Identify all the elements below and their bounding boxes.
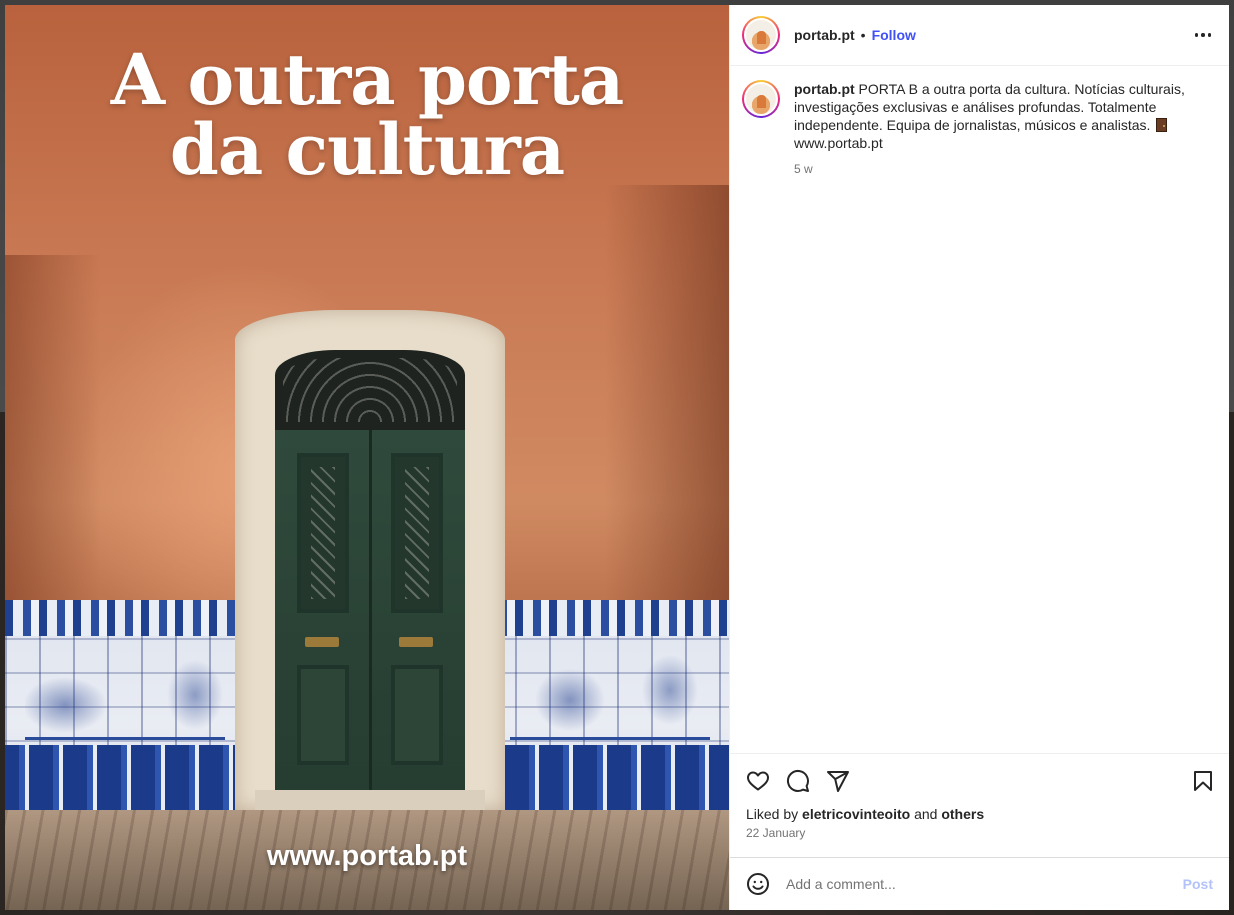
liked-by-and: and [914,806,938,822]
door-fanlight [275,350,465,430]
header-username[interactable]: portab.pt [794,27,855,43]
emoji-icon[interactable] [746,872,770,896]
post-side-panel: portab.pt • Follow portab.pt PORTA B a o… [729,5,1229,910]
wall-shadow-right [605,185,729,605]
post-header: portab.pt • Follow [730,5,1229,66]
post-actions: Liked by eletricovinteoito and others 22… [730,753,1229,857]
door-split [369,430,372,790]
post-modal: A outra porta da cultura www.portab.pt p… [5,5,1229,910]
door-lower-panel-right [391,665,443,765]
comment-icon[interactable] [786,769,810,793]
wall-shadow-left [5,255,100,605]
caption: portab.pt PORTA B a outra porta da cultu… [742,80,1215,178]
avatar[interactable] [742,16,780,54]
follow-button[interactable]: Follow [872,27,916,43]
post-date[interactable]: 22 January [746,826,1215,840]
image-headline: A outra porta da cultura [5,45,729,185]
heart-icon[interactable] [746,769,770,793]
door-panel-left [297,453,349,613]
more-options-icon[interactable] [1191,23,1215,47]
add-comment-bar: Post [730,857,1229,910]
share-icon[interactable] [826,769,850,793]
comment-input[interactable] [786,876,1183,892]
liked-by-prefix: Liked by [746,806,799,822]
door-step [255,790,485,810]
post-image[interactable]: A outra porta da cultura www.portab.pt [5,5,729,910]
mail-slot-right [399,637,433,647]
bookmark-icon[interactable] [1191,769,1215,793]
action-icons [746,768,1215,794]
more-dot [1207,33,1212,37]
door-icon [1156,118,1168,132]
headline-line-2: da cultura [169,108,565,191]
door-lower-panel-left [297,665,349,765]
image-url-text: www.portab.pt [266,840,468,872]
mail-slot-left [305,637,339,647]
comments-area[interactable]: portab.pt PORTA B a outra porta da cultu… [730,66,1229,753]
avatar-ring [744,18,778,52]
caption-time[interactable]: 5 w [794,160,1215,178]
avatar-image [746,20,776,50]
caption-body: portab.pt PORTA B a outra porta da cultu… [794,80,1215,178]
door-panel-right [391,453,443,613]
tile-scene-right [510,645,710,740]
likes-summary: Liked by eletricovinteoito and others [746,806,1215,822]
caption-avatar-image [746,84,776,114]
caption-link[interactable]: www.portab.pt [794,135,883,151]
tile-scene-left [25,645,225,740]
more-dot [1194,33,1199,37]
more-dot [1201,33,1205,37]
liked-by-others[interactable]: others [941,806,984,822]
post-comment-button[interactable]: Post [1183,876,1213,892]
caption-username[interactable]: portab.pt [794,81,855,97]
caption-avatar-ring [744,82,778,116]
headline-line-1: A outra porta [110,38,624,121]
caption-avatar[interactable] [742,80,780,118]
liked-by-user[interactable]: eletricovinteoito [802,806,910,822]
header-separator: • [860,27,866,43]
